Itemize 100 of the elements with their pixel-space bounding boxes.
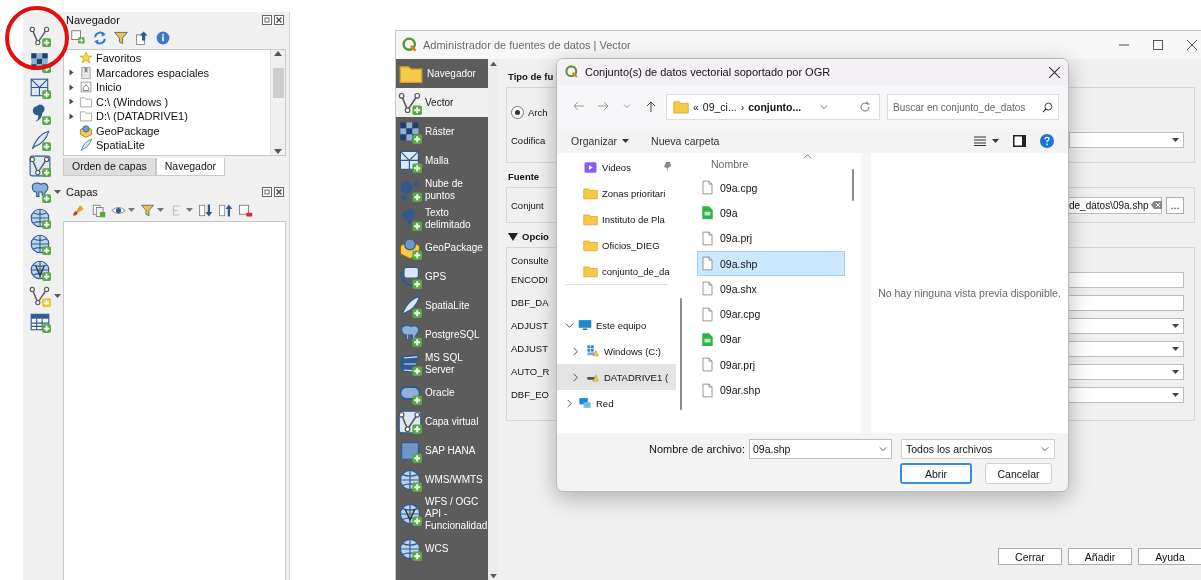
search-icon[interactable] xyxy=(1042,102,1053,113)
nav-item[interactable]: conjunto_de_da xyxy=(557,258,676,284)
caret-icon[interactable] xyxy=(992,139,999,143)
nav-item[interactable]: Oficios_DIEG xyxy=(557,232,676,258)
feather-plus-icon[interactable] xyxy=(29,129,51,151)
text-field[interactable] xyxy=(1067,271,1184,288)
dialog-button[interactable]: Cerrar xyxy=(998,548,1062,565)
expand-arrow-icon[interactable] xyxy=(67,68,76,78)
nav-item[interactable]: Windows (C:) xyxy=(557,338,676,364)
elephant-plus-icon[interactable] xyxy=(29,181,51,203)
table-plus-icon[interactable] xyxy=(29,311,51,333)
tab[interactable]: Orden de capas xyxy=(63,158,156,176)
globe-vertex-plus-icon[interactable] xyxy=(29,259,51,281)
list-view-icon[interactable] xyxy=(974,136,986,146)
chevron-icon[interactable] xyxy=(565,320,574,330)
sidebar-item[interactable]: WMS/WMTS xyxy=(396,465,488,494)
sidebar-item[interactable]: Capa virtual xyxy=(396,407,488,436)
sidebar-item[interactable]: SAP HANA xyxy=(396,436,488,465)
file-item[interactable]: 09a.shx xyxy=(697,276,845,302)
mesh-grid-plus-icon[interactable] xyxy=(29,77,51,99)
sidebar-item[interactable]: Ráster xyxy=(396,117,488,146)
command-button[interactable]: Organizar xyxy=(571,135,630,147)
forward-arrow-icon[interactable] xyxy=(597,101,609,113)
layer-add-icon[interactable] xyxy=(91,202,106,218)
chevron-icon[interactable] xyxy=(565,398,574,408)
file-type-dropdown[interactable]: Todos los archivos xyxy=(901,439,1055,459)
vertex-star-icon[interactable] xyxy=(29,285,51,307)
pin-icon[interactable] xyxy=(662,162,672,172)
address-bar[interactable]: « 09_ci... › conjunto... xyxy=(666,94,880,120)
tree-item[interactable]: SpatiaLite xyxy=(67,138,270,153)
filter-icon[interactable] xyxy=(113,30,129,46)
info-icon[interactable] xyxy=(155,30,171,46)
sidebar-item[interactable]: Texto delimitado xyxy=(396,204,488,233)
close-icon[interactable] xyxy=(274,14,284,25)
tree-item[interactable]: Marcadores espaciales xyxy=(67,65,270,80)
close-icon[interactable] xyxy=(1049,66,1060,78)
path-field[interactable]: de_datos\09a.shp xyxy=(1066,196,1162,214)
preview-pane-icon[interactable] xyxy=(1013,135,1026,147)
file-item[interactable]: 09a.prj xyxy=(697,225,845,251)
refresh-icon[interactable] xyxy=(859,101,871,113)
collapse-icon[interactable] xyxy=(134,30,150,46)
sidebar-item[interactable]: WCS xyxy=(396,534,488,563)
sidebar-item[interactable]: Oracle xyxy=(396,378,488,407)
nav-item[interactable]: Videos xyxy=(557,154,676,180)
dialog-button[interactable]: Abrir xyxy=(900,463,972,484)
globe-plus-icon[interactable] xyxy=(29,207,51,229)
sidebar-item[interactable]: Nube de puntos xyxy=(396,175,488,204)
sidebar-item[interactable]: GPS xyxy=(396,262,488,291)
file-item[interactable]: 09ar.prj xyxy=(697,352,845,378)
tree-item[interactable]: Favoritos xyxy=(67,51,270,66)
expand-all-icon[interactable] xyxy=(198,202,213,218)
maximize-icon[interactable] xyxy=(1153,40,1163,50)
command-button[interactable]: Nueva carpeta xyxy=(651,135,720,147)
breadcrumb[interactable]: conjunto... xyxy=(748,101,802,113)
column-header[interactable]: Nombre xyxy=(711,158,749,170)
breadcrumb-overflow[interactable]: « xyxy=(693,101,699,113)
sort-caret-icon[interactable] xyxy=(803,153,812,159)
sidebar-item[interactable]: GeoPackage xyxy=(396,233,488,262)
sidebar-item[interactable]: Malla xyxy=(396,146,488,175)
radio-button[interactable] xyxy=(511,105,524,119)
tab[interactable]: Navegador xyxy=(155,158,226,176)
nav-item[interactable]: Este equipo xyxy=(557,312,676,338)
vertex-plus-icon[interactable] xyxy=(29,25,51,47)
dialog-button[interactable]: Ayuda xyxy=(1138,548,1201,565)
file-item[interactable]: 09a.shp xyxy=(697,250,845,277)
expand-arrow-icon[interactable] xyxy=(67,97,76,107)
globe-plus-icon[interactable] xyxy=(29,233,51,255)
nav-item[interactable]: Instituto de Pla xyxy=(557,206,676,232)
nav-item[interactable]: Red xyxy=(557,390,676,416)
search-field[interactable]: Buscar en conjunto_de_datos xyxy=(887,94,1059,120)
file-name-field[interactable]: 09a.shp xyxy=(749,439,892,459)
sidebar-item[interactable]: WFS / OGC API - Funcionalidad xyxy=(396,494,488,534)
scroll-down-icon[interactable] xyxy=(274,149,282,155)
tree-item[interactable]: Inicio xyxy=(67,80,270,95)
undock-icon[interactable] xyxy=(262,186,272,197)
chevron-icon[interactable] xyxy=(571,346,580,356)
tree-item[interactable]: D:\ (DATADRIVE1) xyxy=(67,109,270,124)
add-icon[interactable] xyxy=(71,30,87,46)
refresh-icon[interactable] xyxy=(92,30,108,46)
close-icon[interactable] xyxy=(274,186,284,197)
collapse-all-icon[interactable] xyxy=(218,202,233,218)
scrollbar-thumb[interactable] xyxy=(272,67,284,98)
checker-plus-icon[interactable] xyxy=(29,51,51,73)
sidebar-item[interactable]: PostgreSQL xyxy=(396,320,488,349)
clear-icon[interactable] xyxy=(1150,201,1162,209)
sidebar-item[interactable]: MS SQL Server xyxy=(396,349,488,378)
text-field[interactable] xyxy=(1067,294,1184,311)
up-arrow-icon[interactable] xyxy=(645,101,657,113)
close-icon[interactable] xyxy=(1187,40,1197,50)
tree-item[interactable]: GeoPackage xyxy=(67,123,270,138)
chevron-icon[interactable] xyxy=(571,372,580,382)
scroll-down-icon[interactable] xyxy=(489,574,497,579)
expand-arrow-icon[interactable] xyxy=(67,82,76,92)
undock-icon[interactable] xyxy=(262,14,272,25)
sidebar-item[interactable]: Vector xyxy=(396,88,488,117)
nav-item[interactable]: DATADRIVE1 ( xyxy=(557,364,676,390)
help-icon[interactable] xyxy=(1040,134,1054,148)
scroll-up-icon[interactable] xyxy=(274,50,282,56)
file-item[interactable]: 09a.cpg xyxy=(697,175,845,201)
file-item[interactable]: 09ar.shp xyxy=(697,377,845,403)
